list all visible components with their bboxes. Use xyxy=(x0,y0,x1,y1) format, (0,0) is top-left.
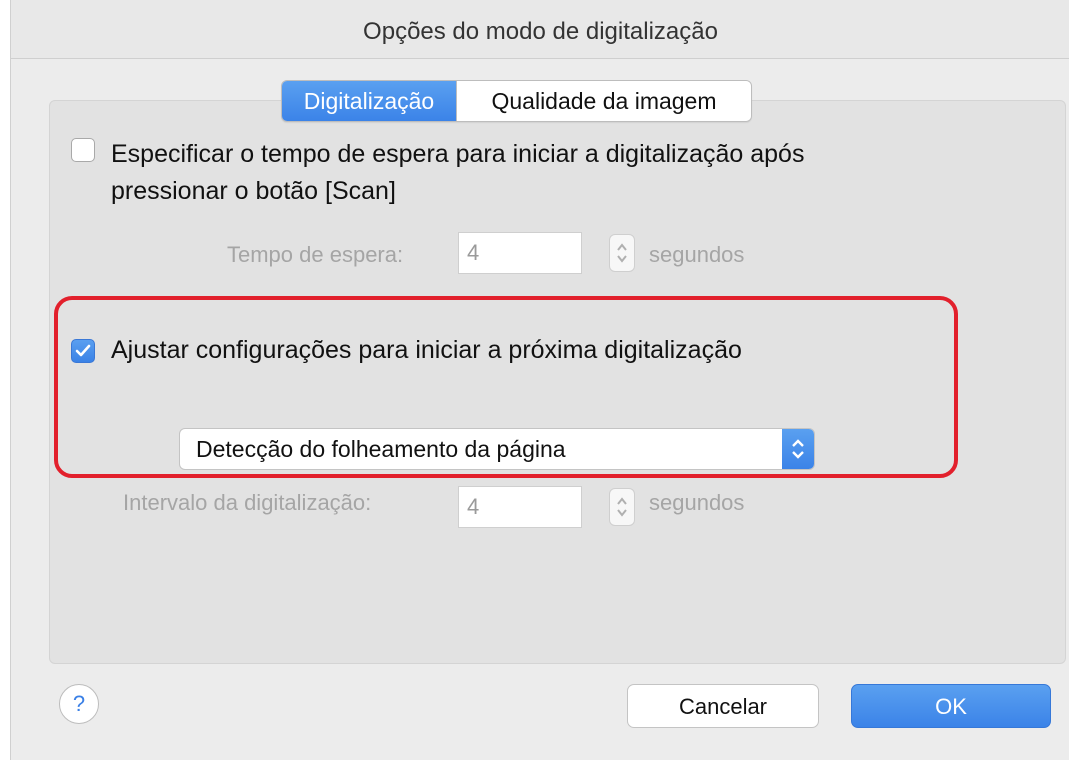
cancel-button[interactable]: Cancelar xyxy=(627,684,819,728)
wait-time-input[interactable]: 4 xyxy=(458,232,582,274)
wait-time-label-line1: Especificar o tempo de espera para inici… xyxy=(111,140,805,168)
tab-qualidade-imagem[interactable]: Qualidade da imagem xyxy=(456,81,751,121)
interval-stepper[interactable] xyxy=(609,488,635,526)
next-scan-label: Ajustar configurações para iniciar a pró… xyxy=(111,336,742,364)
tab-bar: Digitalização Qualidade da imagem xyxy=(281,80,752,122)
wait-time-checkbox[interactable] xyxy=(71,138,95,162)
window-title: Opções do modo de digitalização xyxy=(11,0,1069,59)
interval-label: Intervalo da digitalização: xyxy=(123,490,372,515)
next-scan-checkbox[interactable] xyxy=(71,339,95,363)
wait-time-field-label: Tempo de espera: xyxy=(227,242,404,267)
wait-time-label-line2: pressionar o botão [Scan] xyxy=(111,177,396,205)
tab-digitalizacao[interactable]: Digitalização xyxy=(282,81,456,121)
wait-time-unit: segundos xyxy=(649,242,745,267)
wait-time-stepper[interactable] xyxy=(609,234,635,272)
next-scan-mode-select[interactable]: Detecção do folheamento da página xyxy=(179,428,815,470)
stepper-arrows-icon xyxy=(617,243,627,263)
interval-unit: segundos xyxy=(649,490,745,515)
ok-button[interactable]: OK xyxy=(851,684,1051,728)
checkmark-icon xyxy=(75,344,91,357)
next-scan-mode-value: Detecção do folheamento da página xyxy=(196,436,566,462)
dialog-window: Opções do modo de digitalização Digitali… xyxy=(10,0,1069,760)
select-arrows xyxy=(782,429,814,469)
stepper-arrows-icon xyxy=(617,497,627,517)
help-button[interactable]: ? xyxy=(59,684,99,724)
chevron-updown-icon xyxy=(792,439,804,459)
interval-input[interactable]: 4 xyxy=(458,486,582,528)
